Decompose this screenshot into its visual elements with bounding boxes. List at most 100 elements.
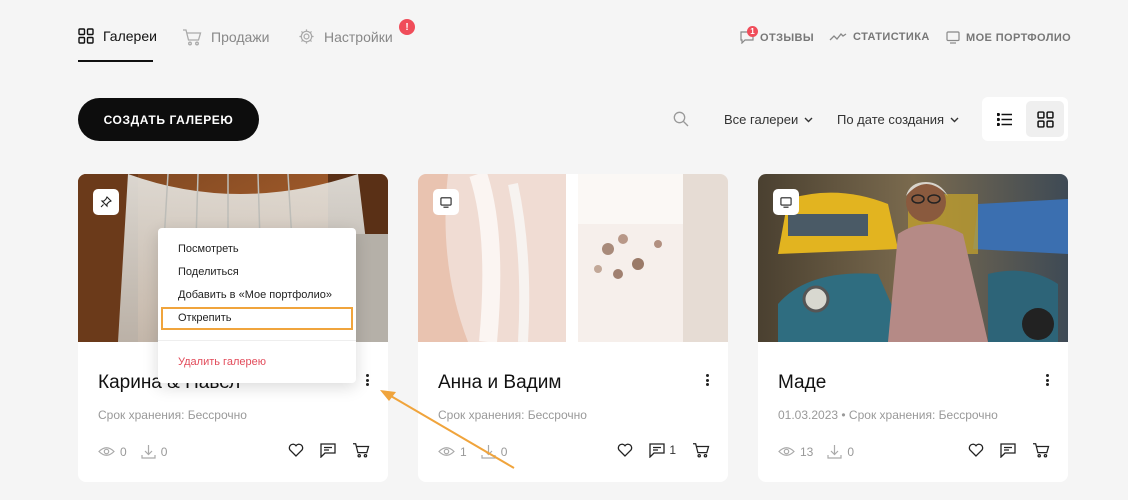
statistics-link[interactable]: СТАТИСТИКА (829, 31, 930, 43)
cart-icon (183, 29, 202, 46)
eye-icon (98, 447, 115, 456)
comments-button[interactable] (320, 442, 336, 458)
gallery-actions (272, 442, 370, 458)
downloads-count: 0 (160, 444, 168, 459)
gallery-stats: 13 0 (778, 444, 868, 459)
top-navigation: Галереи Продажи Настройки ! ОТЗЫВЫ 1 СТА… (0, 0, 1128, 70)
download-icon (827, 445, 842, 459)
favorites-button[interactable] (968, 443, 984, 457)
views-stat: 1 (438, 445, 467, 459)
wedding-dress-photo (418, 174, 728, 342)
downloads-stat: 0 (481, 444, 508, 459)
cart-button[interactable] (1032, 442, 1050, 458)
tab-settings[interactable]: Настройки (298, 28, 393, 45)
comment-icon (649, 442, 665, 458)
unpin-highlight-box (161, 307, 353, 330)
gallery-meta: 01.03.2023 • Срок хранения: Бессрочно (778, 408, 998, 422)
menu-item-delete[interactable]: Удалить галерею (178, 356, 266, 368)
comment-icon (320, 442, 336, 458)
cart-button[interactable] (692, 442, 710, 458)
monitor-icon (440, 196, 452, 208)
reviews-label: ОТЗЫВЫ (760, 31, 815, 44)
tab-galleries[interactable]: Галереи (78, 28, 157, 44)
downloads-stat: 0 (827, 444, 854, 459)
views-count: 13 (800, 444, 814, 459)
gallery-card[interactable]: Анна и Вадим Срок хранения: Бессрочно 1 … (418, 174, 728, 482)
menu-divider (158, 340, 356, 341)
reviews-count-badge: 1 (747, 26, 758, 37)
comments-button[interactable] (1000, 442, 1016, 458)
comments-count: 1 (669, 443, 676, 457)
gallery-stats: 1 0 (438, 444, 521, 459)
tab-settings-label: Настройки (324, 28, 393, 45)
gallery-card[interactable]: Маде 01.03.2023 • Срок хранения: Бессроч… (758, 174, 1068, 482)
more-options-button[interactable] (360, 372, 374, 388)
gallery-meta: Срок хранения: Бессрочно (98, 408, 247, 422)
portfolio-link[interactable]: МОЕ ПОРТФОЛИО (946, 31, 1071, 44)
comments-button[interactable]: 1 (649, 442, 676, 458)
view-mode-toggle (982, 97, 1068, 141)
pin-icon (100, 196, 112, 208)
cart-icon (353, 443, 370, 458)
portfolio-indicator[interactable] (773, 189, 799, 215)
create-gallery-button[interactable]: СОЗДАТЬ ГАЛЕРЕЮ (78, 98, 259, 141)
monitor-icon (780, 196, 792, 208)
views-stat: 0 (98, 445, 127, 459)
gallery-filter-label: Все галереи (724, 112, 799, 127)
menu-item-add-portfolio[interactable]: Добавить в «Мое портфолио» (178, 289, 332, 301)
views-count: 0 (120, 444, 127, 459)
favorites-button[interactable] (288, 443, 304, 457)
sort-dropdown[interactable]: По дате создания (837, 112, 959, 127)
tab-sales-label: Продажи (211, 29, 270, 45)
gallery-actions (952, 442, 1050, 458)
pin-button[interactable] (93, 189, 119, 215)
chevron-down-icon (950, 117, 959, 122)
tab-sales[interactable]: Продажи (182, 28, 269, 46)
gallery-context-menu: Посмотреть Поделиться Добавить в «Мое по… (158, 228, 356, 383)
gallery-filter-dropdown[interactable]: Все галереи (724, 112, 813, 127)
grid-icon (78, 28, 94, 44)
settings-alert-badge: ! (399, 19, 415, 35)
heart-icon (288, 443, 304, 457)
views-count: 1 (460, 444, 467, 459)
search-button[interactable] (673, 111, 689, 132)
grid-icon (1036, 110, 1054, 128)
downloads-stat: 0 (141, 444, 168, 459)
downloads-count: 0 (500, 444, 508, 459)
cart-icon (693, 443, 710, 458)
heart-icon (968, 443, 984, 457)
list-view-button[interactable] (986, 101, 1024, 137)
trend-icon (829, 33, 847, 41)
gallery-actions: 1 (601, 442, 710, 458)
tab-galleries-label: Галереи (103, 28, 157, 44)
favorites-button[interactable] (617, 443, 633, 457)
eye-icon (438, 447, 455, 456)
grid-view-button[interactable] (1026, 101, 1064, 137)
more-options-button[interactable] (700, 372, 714, 388)
heart-icon (618, 443, 633, 457)
download-icon (141, 445, 156, 459)
views-stat: 13 (778, 445, 813, 459)
portfolio-label: МОЕ ПОРТФОЛИО (966, 31, 1072, 44)
gallery-meta: Срок хранения: Бессрочно (438, 408, 587, 422)
more-options-button[interactable] (1040, 372, 1054, 388)
portfolio-indicator[interactable] (433, 189, 459, 215)
search-icon (673, 111, 689, 127)
download-icon (481, 445, 496, 459)
gallery-cover-image[interactable] (758, 174, 1068, 342)
statistics-label: СТАТИСТИКА (853, 31, 930, 43)
downloads-count: 0 (847, 444, 855, 459)
gear-icon (299, 29, 314, 44)
gallery-title[interactable]: Анна и Вадим (438, 372, 561, 394)
chevron-down-icon (804, 117, 813, 122)
list-icon (997, 112, 1012, 126)
gallery-title[interactable]: Маде (778, 372, 826, 394)
gallery-stats: 0 0 (98, 444, 181, 459)
gallery-cover-image[interactable] (418, 174, 728, 342)
monitor-icon (946, 31, 960, 44)
cart-icon (1033, 443, 1050, 458)
menu-item-view[interactable]: Посмотреть (178, 243, 239, 255)
cart-button[interactable] (352, 442, 370, 458)
active-tab-underline (78, 60, 153, 62)
menu-item-share[interactable]: Поделиться (178, 266, 239, 278)
